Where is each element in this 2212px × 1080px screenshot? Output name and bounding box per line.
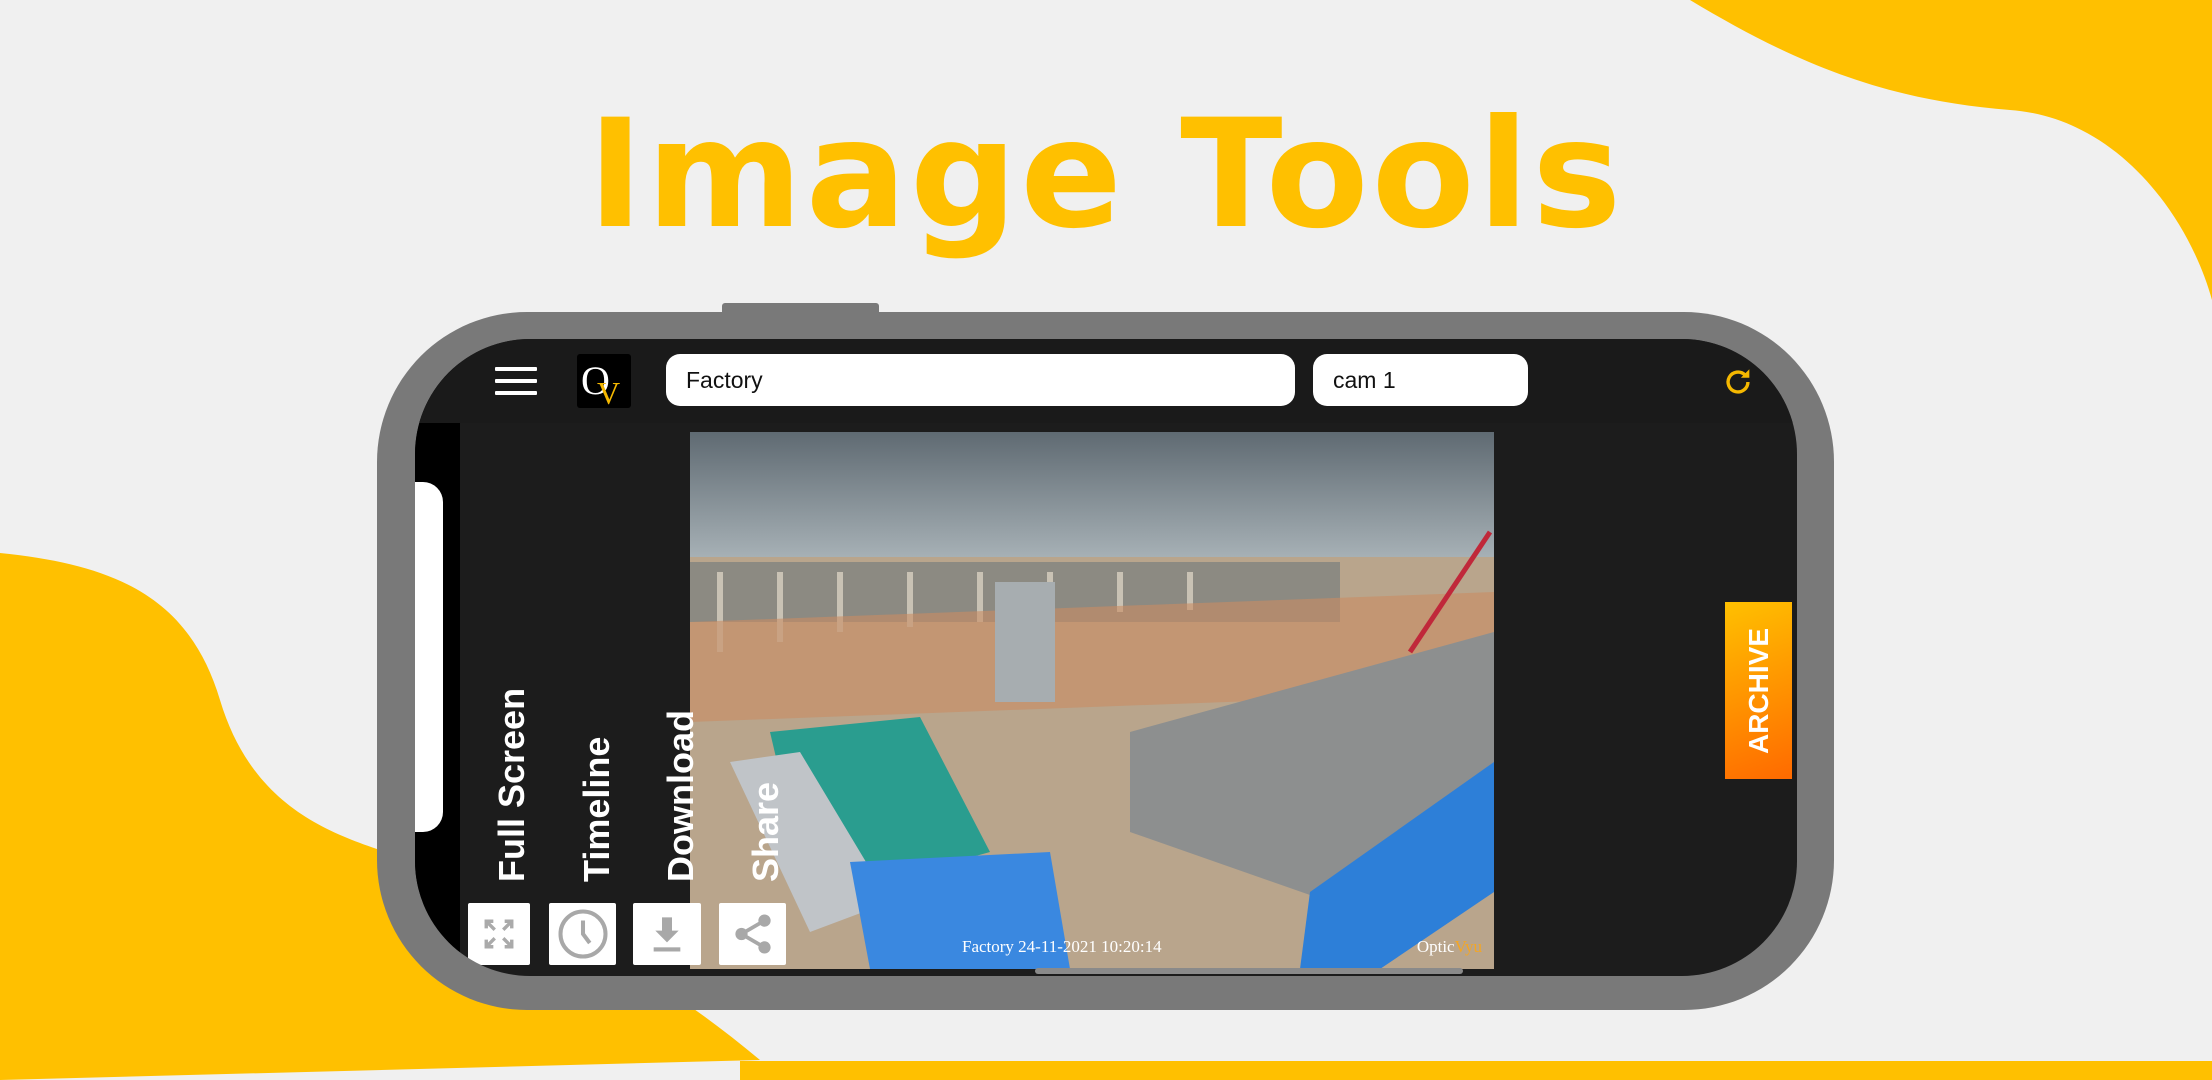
archive-button[interactable]: ARCHIVE	[1725, 602, 1792, 779]
full-screen-button[interactable]	[468, 903, 530, 965]
full-screen-label: Full Screen	[491, 687, 532, 882]
app-logo: OV	[577, 354, 631, 411]
archive-label: ARCHIVE	[1742, 627, 1774, 754]
page-title: Image Tools	[587, 88, 1625, 262]
download-label: Download	[660, 710, 701, 882]
camera-select-field[interactable]	[1313, 354, 1528, 406]
share-label: Share	[745, 781, 786, 882]
watermark-optic: Optic	[1416, 937, 1455, 956]
fullscreen-icon	[484, 919, 514, 949]
timeline-label: Timeline	[576, 736, 617, 882]
image-caption: Factory 24-11-2021 10:20:14	[962, 937, 1162, 956]
download-button[interactable]	[633, 903, 701, 965]
app-header: OV	[415, 339, 1797, 423]
share-button[interactable]	[719, 903, 786, 965]
timeline-button[interactable]	[549, 903, 616, 965]
download-label-wrap: Download	[660, 339, 701, 882]
refresh-icon[interactable]	[1721, 365, 1755, 399]
clock-icon	[557, 909, 608, 959]
watermark-vyu: Vyu	[1454, 937, 1482, 956]
full-screen-label-wrap: Full Screen	[491, 339, 532, 882]
download-icon	[653, 917, 681, 952]
camera-image[interactable]: Factory 24-11-2021 10:20:14 OpticVyu	[690, 432, 1494, 969]
share-icon	[734, 914, 771, 954]
site-select-field[interactable]	[666, 354, 1295, 406]
phone-screen: OV Factory 24-11-2021 10:20:14 OpticVyu …	[415, 339, 1797, 976]
home-indicator	[1035, 968, 1463, 974]
share-label-wrap: Share	[745, 339, 786, 882]
phone-side-button	[415, 482, 443, 832]
watermark: OpticVyu	[1417, 937, 1482, 957]
timeline-label-wrap: Timeline	[576, 339, 617, 882]
hamburger-icon[interactable]	[495, 367, 537, 395]
